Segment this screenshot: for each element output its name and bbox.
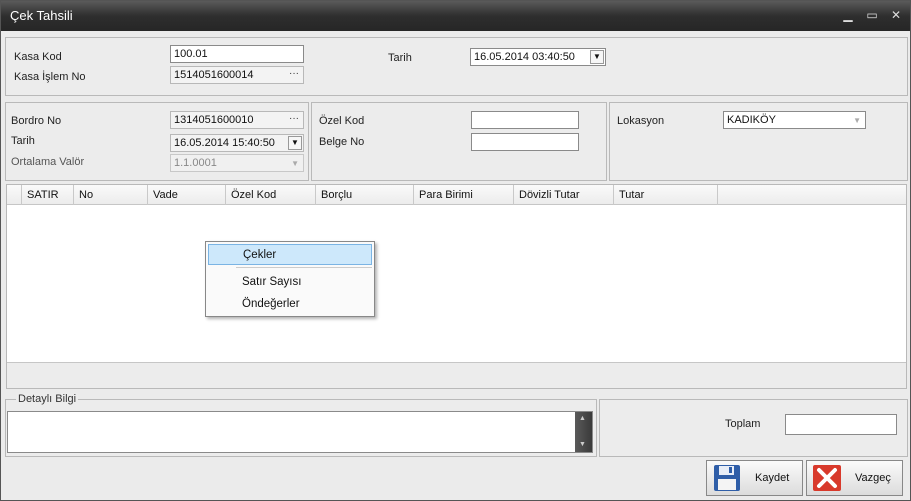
menu-item-ondegerler[interactable]: Öndeğerler [208,294,372,315]
valor-input: 1.1.0001 ▼ [170,154,304,172]
close-button[interactable]: ✕ [887,7,905,23]
save-button[interactable]: Kaydet [706,460,803,496]
grid-header: SATIR No Vade Özel Kod Borçlu Para Birim… [7,185,906,205]
kasa-islem-value: 1514051600014 [174,69,254,81]
scroll-up-icon[interactable]: ▲ [579,415,586,422]
check-grid[interactable]: SATIR No Vade Özel Kod Borçlu Para Birim… [6,184,907,389]
chevron-down-icon[interactable]: ▼ [590,50,604,64]
minimize-button[interactable]: ▁ [839,7,857,23]
check-collection-window: Çek Tahsili ▁ ▭ ✕ Kasa Kod 100.01 Kasa İ… [0,0,911,501]
col-dovizli-tutar[interactable]: Dövizli Tutar [514,185,614,205]
col-no[interactable]: No [74,185,148,205]
scroll-down-icon[interactable]: ▼ [579,441,586,448]
valor-value: 1.1.0001 [174,157,217,169]
ozel-kod-panel: Özel Kod Belge No [311,102,607,181]
lokasyon-select[interactable]: KADIKÖY ▼ [723,111,866,129]
cancel-x-icon [813,465,841,491]
col-ozel-kod[interactable]: Özel Kod [226,185,316,205]
menu-separator [236,267,372,268]
detail-memo[interactable]: ▲ ▼ [7,411,593,453]
cancel-label: Vazgeç [855,472,891,484]
kasa-kod-input[interactable]: 100.01 [170,45,304,63]
chevron-down-icon: ▼ [291,159,299,168]
grid-footer [7,362,906,388]
row-indicator-header [7,185,22,205]
toplam-input[interactable] [785,414,897,435]
col-borclu[interactable]: Borçlu [316,185,414,205]
tarih-label: Tarih [388,52,412,64]
title-bar: Çek Tahsili ▁ ▭ ✕ [1,1,910,31]
col-para-birimi[interactable]: Para Birimi [414,185,514,205]
total-panel: Toplam [599,399,908,457]
belge-no-label: Belge No [319,136,365,148]
ellipsis-icon[interactable]: ··· [286,68,302,82]
cancel-button[interactable]: Vazgeç [806,460,903,496]
bordro-panel: Bordro No 1314051600010 ··· Tarih 16.05.… [5,102,309,181]
ozel-kod-label: Özel Kod [319,115,365,127]
menu-item-satir-sayisi[interactable]: Satır Sayısı [208,272,372,293]
ellipsis-icon[interactable]: ··· [286,113,302,127]
context-menu: Çekler Satır Sayısı Öndeğerler [205,241,375,317]
bordro-no-label: Bordro No [11,115,62,127]
detail-label: Detaylı Bilgi [16,393,79,405]
save-label: Kaydet [755,472,790,484]
belge-no-input[interactable] [471,133,579,151]
bordro-no-input[interactable]: 1314051600010 ··· [170,111,304,129]
tarih-input[interactable]: 16.05.2014 03:40:50 ▼ [470,48,606,66]
kasa-islem-input[interactable]: 1514051600014 ··· [170,66,304,84]
menu-item-cekler[interactable]: Çekler [208,244,372,265]
bordro-no-value: 1314051600010 [174,114,254,126]
chevron-down-icon[interactable]: ▼ [853,116,861,125]
lokasyon-panel: Lokasyon KADIKÖY ▼ [609,102,908,181]
memo-scrollbar[interactable]: ▲ ▼ [575,412,592,452]
col-vade[interactable]: Vade [148,185,226,205]
lokasyon-value: KADIKÖY [727,114,776,126]
col-satir[interactable]: SATIR [22,185,74,205]
lokasyon-label: Lokasyon [617,115,665,127]
cash-panel: Kasa Kod 100.01 Kasa İşlem No 1514051600… [5,37,908,96]
toplam-label: Toplam [725,418,761,430]
bordro-tarih-value: 16.05.2014 15:40:50 [174,137,275,149]
col-tutar[interactable]: Tutar [614,185,718,205]
window-title: Çek Tahsili [10,8,73,23]
kasa-islem-label: Kasa İşlem No [14,71,86,83]
ozel-kod-input[interactable] [471,111,579,129]
bordro-tarih-input[interactable]: 16.05.2014 15:40:50 ▼ [170,134,304,152]
maximize-button[interactable]: ▭ [863,7,881,23]
valor-label: Ortalama Valör [11,156,85,168]
bordro-tarih-label: Tarih [11,135,35,147]
kasa-kod-label: Kasa Kod [14,51,62,63]
floppy-disk-icon [714,465,740,491]
tarih-value: 16.05.2014 03:40:50 [474,51,575,63]
chevron-down-icon[interactable]: ▼ [288,136,302,150]
